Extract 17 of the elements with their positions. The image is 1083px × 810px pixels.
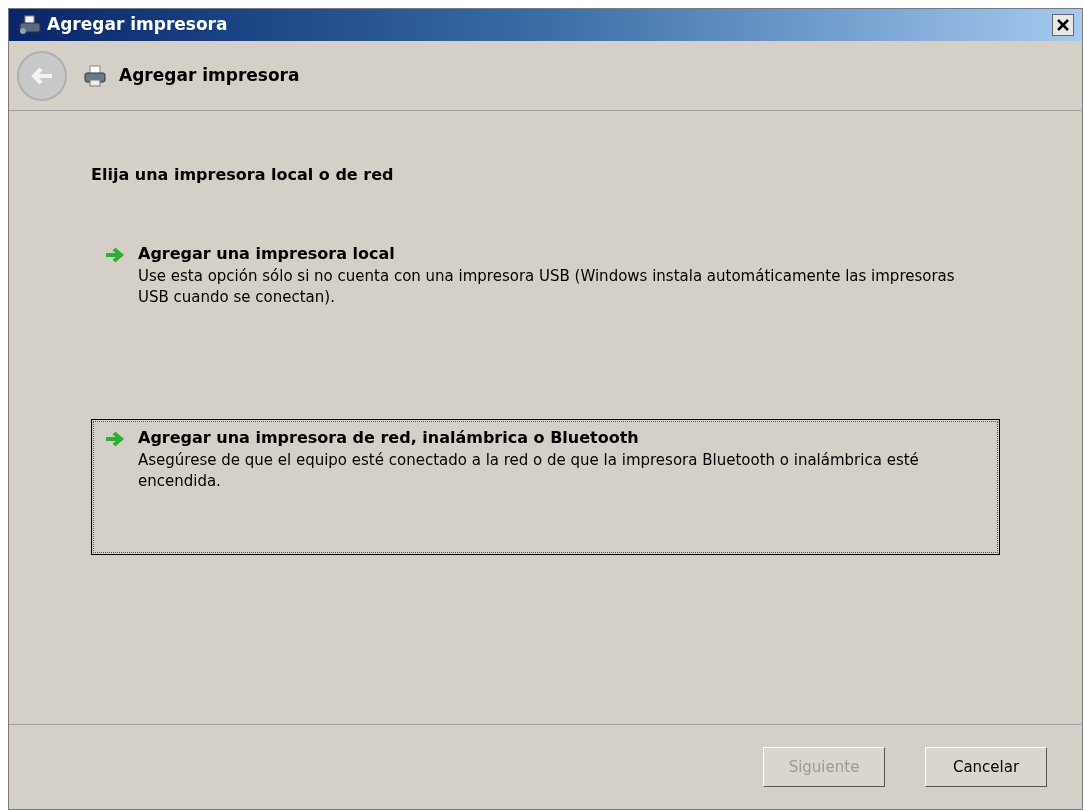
cancel-button[interactable]: Cancelar: [925, 747, 1047, 787]
arrow-icon: [104, 430, 126, 448]
arrow-icon: [30, 65, 54, 86]
close-icon: [1057, 19, 1069, 31]
option-title: Agregar una impresora local: [138, 243, 396, 265]
option-link[interactable]: Agregar una impresora local Use esta opción sólo si no cuenta con una impresora USB (Windows instala automáticamente las impresoras USB cuando se conectan).: [91, 235, 1000, 371]
option-title: Agregar una impresora de red, inalámbrica o Bluetooth: [138, 427, 640, 449]
option-link[interactable]: Agregar una impresora de red, inalámbrica o Bluetooth Asegúrese de que el equipo esté conectado a la red o de que la impresora Bluetooth o inalámbrica esté encendida.: [91, 419, 1000, 555]
printer-icon: [83, 63, 107, 88]
page-title: Agregar impresora: [119, 63, 300, 87]
printer-icon: [17, 15, 43, 35]
section-heading: Elija una impresora local o de red: [91, 164, 395, 186]
window-title: Agregar impresora: [47, 13, 228, 37]
option-description: Asegúrese de que el equipo esté conectado a la red o de que la impresora Bluetooth o inalámbrica esté encendida.: [138, 450, 920, 492]
close-button[interactable]: [1052, 14, 1074, 36]
option-description: Use esta opción sólo si no cuenta con una impresora USB (Windows instala automáticamente las impresoras USB cuando se conectan).: [138, 266, 956, 308]
arrow-icon: [104, 246, 126, 264]
